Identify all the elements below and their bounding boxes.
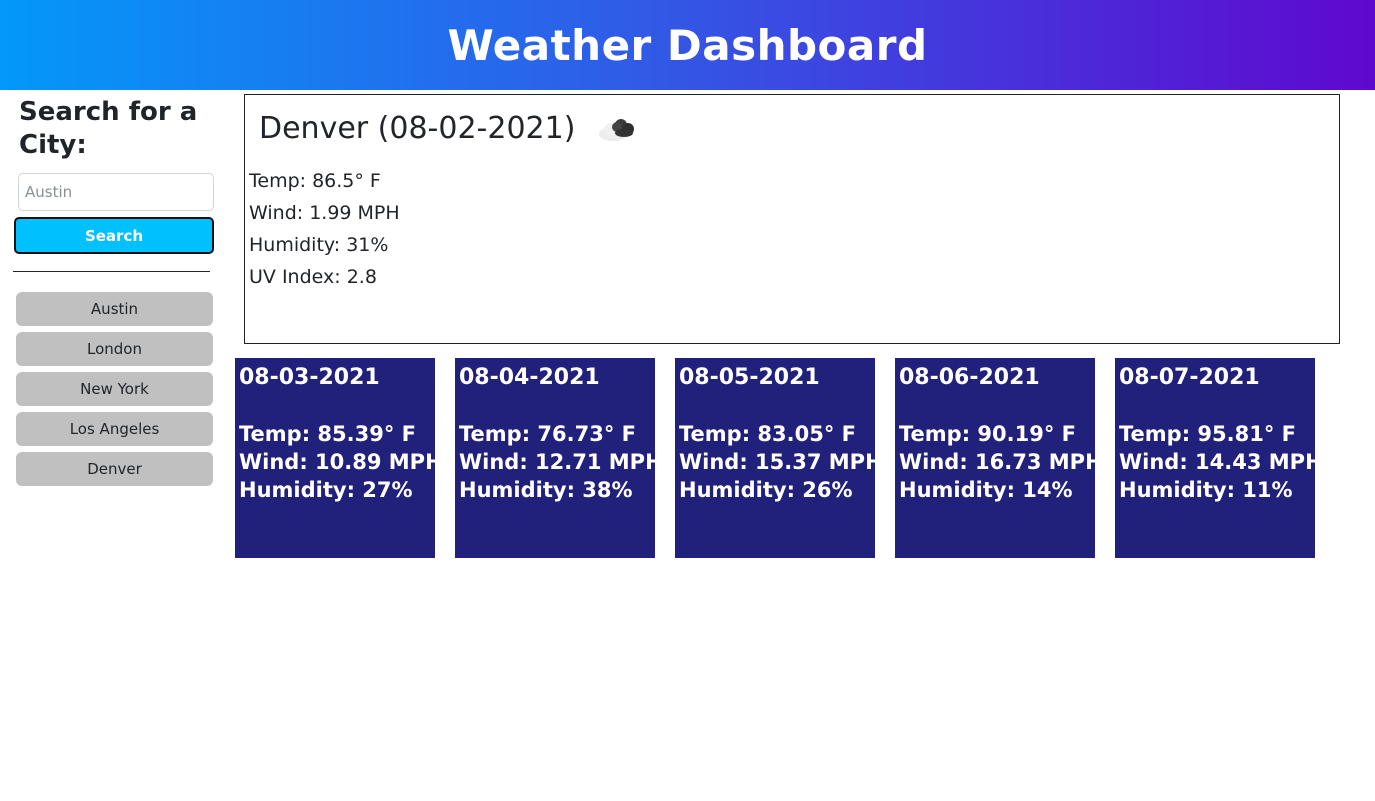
- history-button-denver[interactable]: Denver: [16, 452, 213, 486]
- forecast-date: 08-07-2021: [1119, 365, 1260, 390]
- forecast-card: 08-07-2021 Temp: 95.81° F Wind: 14.43 MP…: [1115, 358, 1323, 558]
- five-day-forecast: 08-03-2021 Temp: 85.39° F Wind: 10.89 MP…: [235, 358, 1323, 558]
- current-wind: Wind: 1.99 MPH: [249, 202, 400, 224]
- forecast-humidity: Humidity: 27%: [239, 478, 413, 502]
- forecast-wind: Wind: 14.43 MPH: [1119, 450, 1323, 474]
- current-title-row: Denver (08-02-2021): [259, 111, 639, 146]
- search-button[interactable]: Search: [14, 217, 214, 254]
- forecast-humidity: Humidity: 11%: [1119, 478, 1293, 502]
- forecast-humidity: Humidity: 14%: [899, 478, 1073, 502]
- forecast-temp: Temp: 90.19° F: [899, 422, 1076, 446]
- forecast-card: 08-03-2021 Temp: 85.39° F Wind: 10.89 MP…: [235, 358, 443, 558]
- forecast-card: 08-04-2021 Temp: 76.73° F Wind: 12.71 MP…: [455, 358, 663, 558]
- history-button-london[interactable]: London: [16, 332, 213, 366]
- forecast-date: 08-04-2021: [459, 365, 600, 390]
- current-temp: Temp: 86.5° F: [249, 170, 381, 192]
- forecast-wind: Wind: 10.89 MPH: [239, 450, 443, 474]
- history-button-austin[interactable]: Austin: [16, 292, 213, 326]
- current-stats: Temp: 86.5° F Wind: 1.99 MPH Humidity: 3…: [249, 165, 400, 293]
- forecast-humidity: Humidity: 38%: [459, 478, 633, 502]
- page-title: Weather Dashboard: [447, 20, 928, 70]
- current-uv-index: UV Index: 2.8: [249, 266, 377, 288]
- forecast-card: 08-05-2021 Temp: 83.05° F Wind: 15.37 MP…: [675, 358, 883, 558]
- history-button-los-angeles[interactable]: Los Angeles: [16, 412, 213, 446]
- forecast-temp: Temp: 76.73° F: [459, 422, 636, 446]
- sidebar: Search for a City: Search Austin London …: [13, 96, 214, 486]
- forecast-temp: Temp: 85.39° F: [239, 422, 416, 446]
- forecast-temp: Temp: 83.05° F: [679, 422, 856, 446]
- search-heading: Search for a City:: [19, 97, 198, 160]
- header: Weather Dashboard: [0, 0, 1375, 90]
- forecast-humidity: Humidity: 26%: [679, 478, 853, 502]
- forecast-wind: Wind: 16.73 MPH: [899, 450, 1103, 474]
- cloud-icon: [599, 118, 635, 141]
- forecast-date: 08-05-2021: [679, 365, 820, 390]
- search-history: Austin London New York Los Angeles Denve…: [16, 292, 213, 492]
- current-humidity: Humidity: 31%: [249, 234, 389, 256]
- divider: [13, 271, 210, 272]
- current-city-title: Denver (08-02-2021): [259, 111, 576, 146]
- forecast-date: 08-06-2021: [899, 365, 1040, 390]
- forecast-temp: Temp: 95.81° F: [1119, 422, 1296, 446]
- current-weather-panel: Denver (08-02-2021) Temp: 86.5° F Wind: …: [244, 94, 1340, 344]
- history-button-new-york[interactable]: New York: [16, 372, 213, 406]
- forecast-wind: Wind: 15.37 MPH: [679, 450, 883, 474]
- forecast-wind: Wind: 12.71 MPH: [459, 450, 663, 474]
- forecast-card: 08-06-2021 Temp: 90.19° F Wind: 16.73 MP…: [895, 358, 1103, 558]
- city-search-input[interactable]: [18, 173, 214, 211]
- forecast-date: 08-03-2021: [239, 365, 380, 390]
